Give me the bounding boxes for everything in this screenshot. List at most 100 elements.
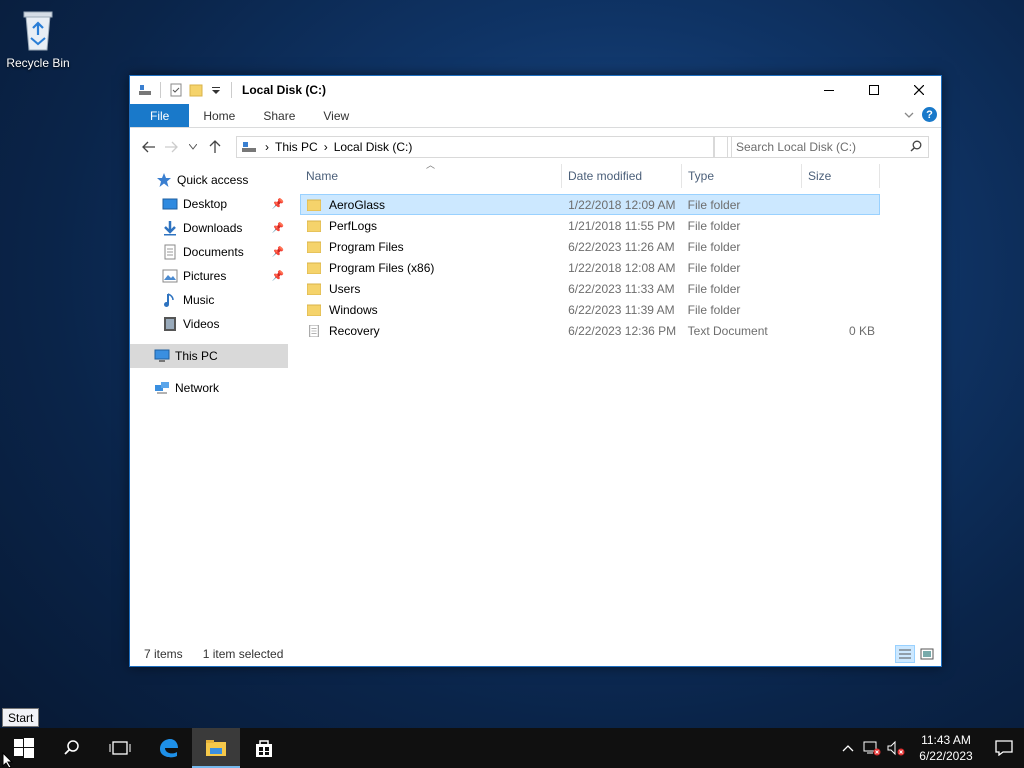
minimize-button[interactable] — [806, 76, 851, 104]
new-folder-icon[interactable] — [189, 83, 203, 97]
sidebar-item-videos[interactable]: Videos — [130, 312, 288, 336]
type-cell: File folder — [687, 260, 741, 275]
volume-button[interactable] — [884, 728, 908, 768]
table-row[interactable]: PerfLogs 1/21/2018 11:55 PM File folder — [300, 215, 880, 236]
item-count: 7 items — [144, 647, 183, 661]
title-bar[interactable]: Local Disk (C:) — [130, 76, 941, 104]
document-icon — [164, 244, 176, 260]
file-name-cell: Program Files (x86) — [301, 261, 562, 275]
sidebar-item-pictures[interactable]: Pictures 📌 — [130, 264, 288, 288]
tab-view[interactable]: View — [309, 104, 363, 127]
sidebar-item-this-pc[interactable]: This PC — [130, 344, 288, 368]
pictures-icon — [162, 269, 178, 283]
clock-date: 6/22/2023 — [919, 749, 973, 763]
search-placeholder: Search Local Disk (C:) — [736, 140, 857, 154]
file-name: Windows — [329, 302, 378, 317]
edge-browser-button[interactable] — [144, 728, 192, 768]
file-name: Users — [329, 281, 361, 296]
recycle-bin-icon — [18, 8, 58, 52]
file-name: Recovery — [329, 323, 380, 338]
breadcrumb-separator: › — [265, 140, 269, 154]
file-explorer-button[interactable] — [192, 728, 240, 768]
file-explorer-icon — [206, 740, 226, 756]
sidebar-item-desktop[interactable]: Desktop 📌 — [130, 192, 288, 216]
sidebar-item-music[interactable]: Music — [130, 288, 288, 312]
help-icon[interactable]: ? — [922, 107, 937, 122]
folder-icon — [307, 220, 321, 232]
drive-icon — [242, 142, 256, 152]
recycle-bin[interactable]: Recycle Bin — [6, 8, 70, 70]
store-icon — [256, 740, 272, 757]
store-button[interactable] — [240, 728, 288, 768]
action-center-button[interactable] — [984, 728, 1024, 768]
qat-separator — [160, 82, 161, 98]
search-input[interactable]: Search Local Disk (C:) — [727, 136, 929, 158]
chevron-down-icon — [189, 144, 197, 150]
date-modified-cell: 1/22/2018 12:09 AM — [568, 197, 676, 212]
sort-ascending-icon: ︿ — [426, 160, 436, 170]
close-button[interactable] — [896, 76, 941, 104]
sidebar-item-label: Documents — [183, 245, 244, 259]
file-name-cell: Users — [301, 282, 562, 296]
column-header-date[interactable]: Date modified — [562, 164, 682, 188]
table-row[interactable]: Program Files (x86) 1/22/2018 12:08 AM Fil… — [300, 257, 880, 278]
table-row[interactable]: Program Files 6/22/2023 11:26 AM File fold… — [300, 236, 880, 257]
back-button[interactable] — [138, 136, 160, 158]
forward-button[interactable] — [160, 136, 182, 158]
column-header-size[interactable]: Size — [802, 164, 880, 188]
desktop-icon — [162, 198, 178, 210]
task-view-button[interactable] — [96, 728, 144, 768]
table-row[interactable]: AeroGlass 1/22/2018 12:09 AM File folder — [300, 194, 880, 215]
sidebar-item-quick-access[interactable]: Quick access — [130, 168, 288, 192]
breadcrumb-local-disk[interactable]: Local Disk (C:) — [334, 140, 413, 154]
sidebar-item-label: Pictures — [183, 269, 227, 283]
close-icon — [913, 85, 924, 95]
up-button[interactable] — [204, 136, 226, 158]
file-name: Program Files — [329, 239, 404, 254]
file-explorer-window: Local Disk (C:) File Home Share View ? ›… — [129, 75, 942, 667]
large-icons-view-button[interactable] — [917, 645, 937, 663]
clock[interactable]: 11:43 AM 6/22/2023 — [908, 732, 984, 764]
sidebar-item-network[interactable]: Network — [130, 376, 288, 400]
network-status-button[interactable] — [860, 728, 884, 768]
table-row[interactable]: Recovery 6/22/2023 12:36 PM Text Document 0… — [300, 320, 880, 341]
date-modified-cell: 6/22/2023 11:39 AM — [568, 302, 675, 317]
sidebar-item-label: Downloads — [183, 221, 243, 235]
sidebar-item-label: Videos — [183, 317, 220, 331]
pin-icon: 📌 — [271, 222, 284, 234]
tab-share[interactable]: Share — [249, 104, 309, 127]
edge-icon — [160, 739, 178, 758]
search-button[interactable] — [48, 728, 96, 768]
type-cell: File folder — [687, 302, 741, 317]
expand-ribbon-icon[interactable] — [904, 110, 914, 120]
type-cell: File folder — [687, 239, 741, 254]
date-modified-cell: 6/22/2023 11:33 AM — [568, 281, 675, 296]
properties-icon[interactable] — [169, 83, 183, 97]
type-cell: File folder — [687, 218, 741, 233]
column-headers: ︿ Name Date modified Type Size — [300, 160, 880, 188]
up-arrow-icon — [209, 140, 221, 153]
column-header-type[interactable]: Type — [682, 164, 802, 188]
selection-count: 1 item selected — [202, 647, 284, 661]
breadcrumb-this-pc[interactable]: This PC — [275, 140, 318, 154]
show-hidden-icons-button[interactable] — [836, 728, 860, 768]
address-bar[interactable]: › This PC › Local Disk (C:) — [236, 136, 732, 158]
file-name-cell: Recovery — [301, 324, 562, 338]
tab-home[interactable]: Home — [189, 104, 249, 127]
sidebar-item-label: Quick access — [177, 173, 249, 187]
clock-time: 11:43 AM — [921, 733, 971, 747]
customize-toolbar-icon[interactable] — [209, 83, 223, 97]
details-view-button[interactable] — [895, 645, 915, 663]
sidebar-item-downloads[interactable]: Downloads 📌 — [130, 216, 288, 240]
table-row[interactable]: Windows 6/22/2023 11:39 AM File folder — [300, 299, 880, 320]
maximize-button[interactable] — [851, 76, 896, 104]
sidebar-item-documents[interactable]: Documents 📌 — [130, 240, 288, 264]
file-rows: AeroGlass 1/22/2018 12:09 AM File folder Pe… — [300, 194, 880, 341]
file-name: Program Files (x86) — [329, 260, 435, 275]
sidebar-item-label: Desktop — [183, 197, 228, 211]
recent-locations-button[interactable] — [182, 136, 204, 158]
table-row[interactable]: Users 6/22/2023 11:33 AM File folder — [300, 278, 880, 299]
network-error-icon — [863, 741, 881, 756]
tab-file[interactable]: File — [130, 104, 190, 127]
